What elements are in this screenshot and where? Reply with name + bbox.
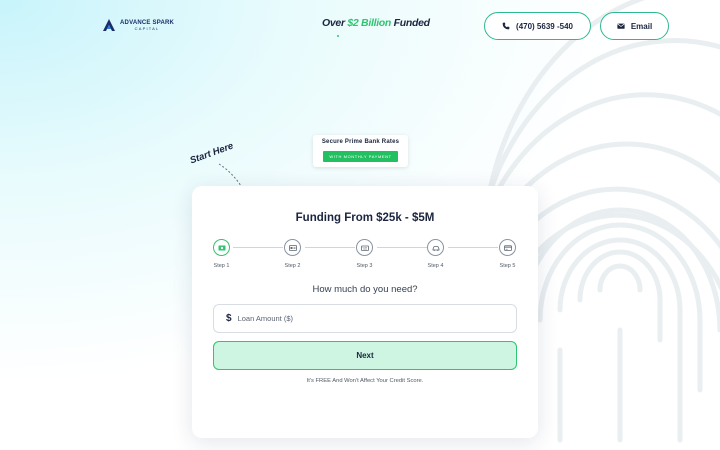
phone-icon xyxy=(502,22,510,30)
step-connector xyxy=(377,247,427,248)
step-1[interactable]: Step 1 xyxy=(213,239,230,269)
step-connector xyxy=(305,247,355,248)
step-5[interactable]: Step 5 xyxy=(499,239,516,269)
badge-subtitle: WITH MONTHLY PAYMENT xyxy=(323,151,398,162)
logo-subtitle: CAPITAL xyxy=(134,25,160,31)
phone-number: (470) 5639 -540 xyxy=(516,21,573,31)
step-4[interactable]: Step 4 xyxy=(427,239,444,269)
cash-icon xyxy=(218,245,225,250)
prime-rates-badge: Secure Prime Bank Rates WITH MONTHLY PAY… xyxy=(313,135,408,167)
form-title: Funding From $25k - $5M xyxy=(295,212,435,224)
step-connector xyxy=(233,247,283,248)
logo-mark-icon xyxy=(103,19,115,31)
step-3-label: Step 3 xyxy=(356,263,373,269)
phone-button[interactable]: (470) 5639 -540 xyxy=(484,12,591,40)
tagline-amount: $2 Billion xyxy=(347,17,392,29)
step-progress: Step 1 Step 2 Step 3 Step 4 Step 5 xyxy=(212,239,518,271)
amount-question: How much do you need? xyxy=(312,284,418,295)
step-2[interactable]: Step 2 xyxy=(284,239,301,269)
credit-card-icon xyxy=(503,244,512,251)
logo-text: ADVANCE SPARK CAPITAL xyxy=(120,20,174,31)
next-button[interactable]: Next xyxy=(213,341,517,370)
tagline-suffix: Funded xyxy=(391,17,430,29)
loan-amount-input[interactable] xyxy=(237,314,478,323)
dollar-icon: $ xyxy=(226,313,232,324)
step-connector xyxy=(448,247,498,248)
step-3[interactable]: Step 3 xyxy=(356,239,373,269)
step-5-label: Step 5 xyxy=(499,263,516,269)
id-card-icon xyxy=(288,244,297,251)
step-4-label: Step 4 xyxy=(427,263,444,269)
funding-form-card: Funding From $25k - $5M Step 1 Step 2 St… xyxy=(192,186,538,438)
step-3-circle xyxy=(356,239,373,256)
logo-name: ADVANCE SPARK xyxy=(120,19,175,26)
email-button[interactable]: Email xyxy=(600,12,669,40)
step-4-circle xyxy=(427,239,444,256)
email-label: Email xyxy=(630,21,653,31)
envelope-icon xyxy=(617,23,625,29)
step-5-circle xyxy=(499,239,516,256)
step-2-circle xyxy=(284,239,301,256)
loan-amount-field[interactable]: $ xyxy=(213,304,517,333)
tagline-dot xyxy=(337,35,339,37)
step-1-label: Step 1 xyxy=(213,263,230,269)
step-1-circle xyxy=(213,239,230,256)
car-icon xyxy=(432,245,439,251)
keyboard-icon xyxy=(360,245,369,251)
tagline-prefix: Over xyxy=(322,17,348,29)
funded-tagline: Over $2 Billion Funded xyxy=(322,17,430,29)
brand-logo[interactable]: ADVANCE SPARK CAPITAL xyxy=(102,18,174,32)
credit-disclaimer: It's FREE And Won't Affect Your Credit S… xyxy=(306,378,424,384)
step-2-label: Step 2 xyxy=(284,263,301,269)
badge-title: Secure Prime Bank Rates xyxy=(321,139,400,145)
site-header: ADVANCE SPARK CAPITAL Over $2 Billion Fu… xyxy=(0,0,720,50)
